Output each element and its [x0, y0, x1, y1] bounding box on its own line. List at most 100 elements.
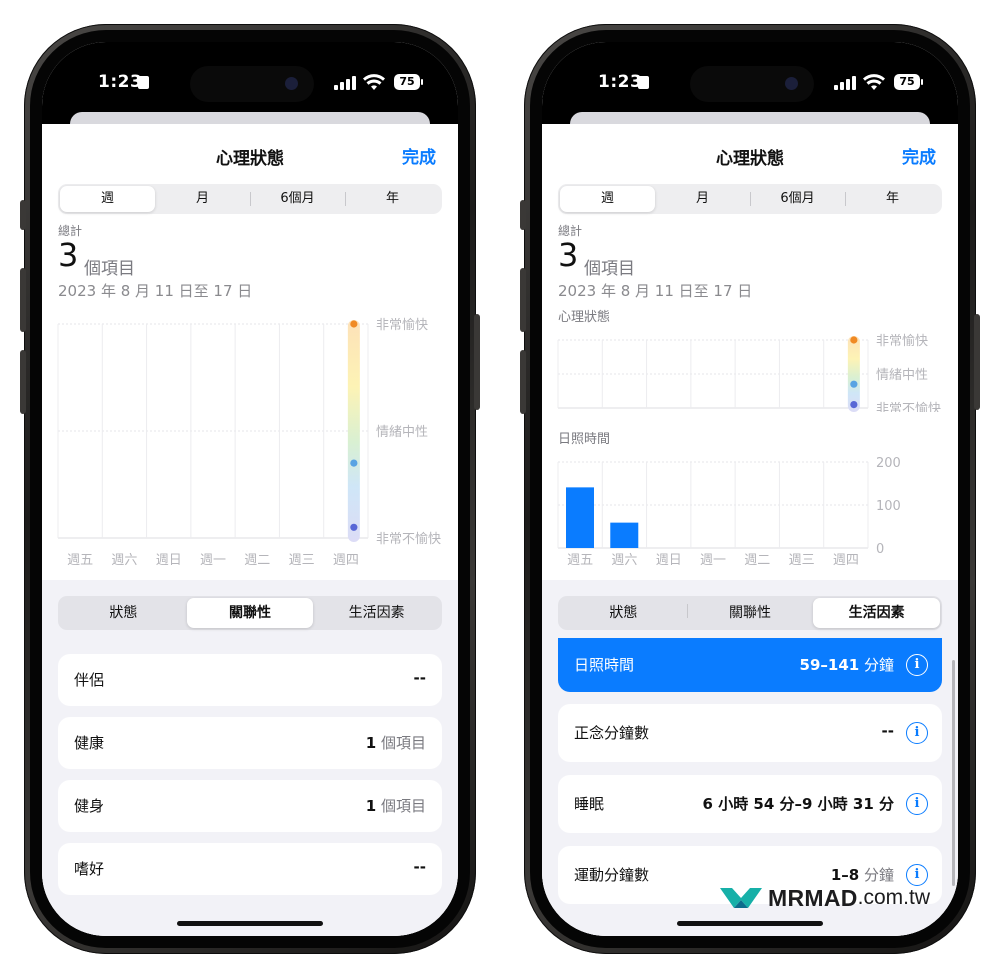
tab-6months[interactable]: 6個月	[250, 186, 345, 212]
row-value: 59–141 分鐘	[799, 656, 894, 674]
association-row[interactable]: 健康 1 個項目	[58, 717, 442, 769]
row-label: 伴侶	[74, 671, 105, 689]
lower-panel: 狀態 關聯性 生活因素 日照時間 59–141 分鐘 i 正念分鐘數 -- i …	[542, 580, 958, 936]
home-indicator	[677, 921, 823, 926]
factor-row-sunlight[interactable]: 日照時間 59–141 分鐘 i	[558, 638, 942, 692]
y-level-label: 非常愉快	[876, 333, 928, 349]
brand-watermark: MRMAD .com.tw	[718, 884, 930, 912]
tab-state[interactable]: 狀態	[560, 598, 687, 628]
volume-down-button	[20, 350, 26, 414]
row-label: 嗜好	[74, 860, 105, 878]
x-tick-label: 週二	[244, 553, 270, 568]
volume-down-button	[520, 350, 526, 414]
x-tick-label: 週三	[789, 553, 815, 568]
done-button[interactable]: 完成	[902, 143, 936, 168]
row-value: 6 小時 54 分–9 小時 31 分	[702, 795, 894, 813]
factor-row-mindful[interactable]: 正念分鐘數 -- i	[558, 704, 942, 762]
x-tick-label: 週六	[111, 553, 137, 568]
x-tick-label: 週日	[656, 553, 682, 568]
mood-sheet: 心理狀態 完成 週 月 6個月 年 總計 3 個項目 2023 年 8 月 11…	[542, 124, 958, 936]
row-label: 日照時間	[574, 656, 635, 674]
x-tick-label: 週三	[289, 553, 315, 568]
info-icon[interactable]: i	[906, 864, 928, 886]
row-value: --	[413, 669, 426, 687]
date-range: 2023 年 8 月 11 日至 17 日	[558, 282, 753, 300]
tab-6months[interactable]: 6個月	[750, 186, 845, 212]
detail-segmented-control: 狀態 關聯性 生活因素	[58, 596, 442, 630]
tab-life-factors[interactable]: 生活因素	[313, 598, 440, 628]
camera-icon	[785, 77, 798, 90]
x-tick-label: 週五	[567, 553, 593, 568]
mood-point	[350, 523, 358, 531]
x-tick-label: 週四	[833, 553, 859, 568]
row-value: --	[413, 858, 426, 876]
mood-chart: 非常愉快情緒中性非常不愉快	[557, 333, 941, 412]
tab-association[interactable]: 關聯性	[686, 598, 814, 628]
mood-range-bar	[847, 336, 860, 412]
id-card-icon	[138, 76, 149, 89]
y-level-label: 非常愉快	[376, 317, 428, 333]
association-row[interactable]: 嗜好 --	[58, 843, 442, 895]
tab-month[interactable]: 月	[655, 186, 750, 212]
x-tick-label: 週五	[67, 553, 93, 568]
done-button[interactable]: 完成	[402, 143, 436, 168]
row-label: 健身	[74, 797, 105, 815]
row-label: 運動分鐘數	[574, 866, 650, 884]
camera-icon	[285, 77, 298, 90]
battery-icon: 75	[894, 74, 923, 90]
association-row[interactable]: 伴侶 --	[58, 654, 442, 706]
brand-name: MRMAD	[768, 884, 858, 911]
y-level-label: 情緒中性	[876, 368, 928, 383]
info-icon[interactable]: i	[906, 793, 928, 815]
scroll-indicator[interactable]	[952, 660, 955, 886]
mood-point	[850, 380, 858, 388]
battery-icon: 75	[394, 74, 423, 90]
info-icon[interactable]: i	[906, 654, 928, 676]
wifi-icon	[863, 74, 885, 90]
tab-state[interactable]: 狀態	[60, 598, 187, 628]
lower-panel: 狀態 關聯性 生活因素 伴侶 -- 健康 1 個項目 健身 1 個項目 嗜好 -…	[42, 580, 458, 936]
wifi-icon	[363, 74, 385, 90]
mood-point	[850, 336, 858, 344]
page-title: 心理狀態	[216, 149, 284, 169]
y-level-label: 情緒中性	[376, 425, 428, 440]
y-tick-label: 100	[876, 499, 901, 514]
association-row[interactable]: 健身 1 個項目	[58, 780, 442, 832]
y-tick-label: 200	[876, 456, 901, 471]
x-tick-label: 週二	[744, 553, 770, 568]
mood-range-bar	[347, 320, 360, 542]
row-value: 1 個項目	[365, 797, 426, 815]
tab-association[interactable]: 關聯性	[186, 598, 314, 628]
tab-week[interactable]: 週	[560, 186, 655, 212]
brand-logo-icon	[720, 888, 762, 908]
phone-left: 1:23 75 心理狀態 完成 週 月 6個月 年 總計 3 個項目 2023 …	[20, 24, 480, 954]
row-value: --	[881, 722, 894, 740]
y-level-label: 非常不愉快	[376, 531, 441, 547]
total-count-unit: 個項目	[584, 259, 635, 279]
tab-week[interactable]: 週	[60, 186, 155, 212]
tab-year[interactable]: 年	[345, 186, 440, 212]
row-label: 正念分鐘數	[574, 724, 650, 742]
volume-up-button	[520, 268, 526, 332]
x-tick-label: 週一	[200, 553, 226, 568]
total-count: 3	[58, 236, 79, 274]
total-count-unit: 個項目	[84, 259, 135, 279]
info-icon[interactable]: i	[906, 722, 928, 744]
power-button	[474, 314, 480, 410]
row-label: 健康	[74, 734, 105, 752]
mood-point	[350, 459, 358, 467]
sunlight-bar	[566, 487, 594, 548]
x-tick-label: 週六	[611, 553, 637, 568]
factor-row-sleep[interactable]: 睡眠 6 小時 54 分–9 小時 31 分 i	[558, 775, 942, 833]
action-button	[520, 200, 526, 230]
row-label: 睡眠	[574, 795, 605, 813]
x-tick-label: 週一	[700, 553, 726, 568]
tab-life-factors[interactable]: 生活因素	[813, 598, 941, 628]
x-tick-label: 週四	[333, 553, 359, 568]
tab-year[interactable]: 年	[845, 186, 940, 212]
screen-right: 1:23 75 心理狀態 完成 週 月 6個月 年 總計 3 個項目 2023 …	[542, 42, 958, 936]
action-button	[20, 200, 26, 230]
y-level-label: 非常不愉快	[876, 401, 941, 412]
bezel: 1:23 75 心理狀態 完成 週 月 6個月 年 總計 3 個項目 2023 …	[530, 30, 970, 948]
tab-month[interactable]: 月	[155, 186, 250, 212]
